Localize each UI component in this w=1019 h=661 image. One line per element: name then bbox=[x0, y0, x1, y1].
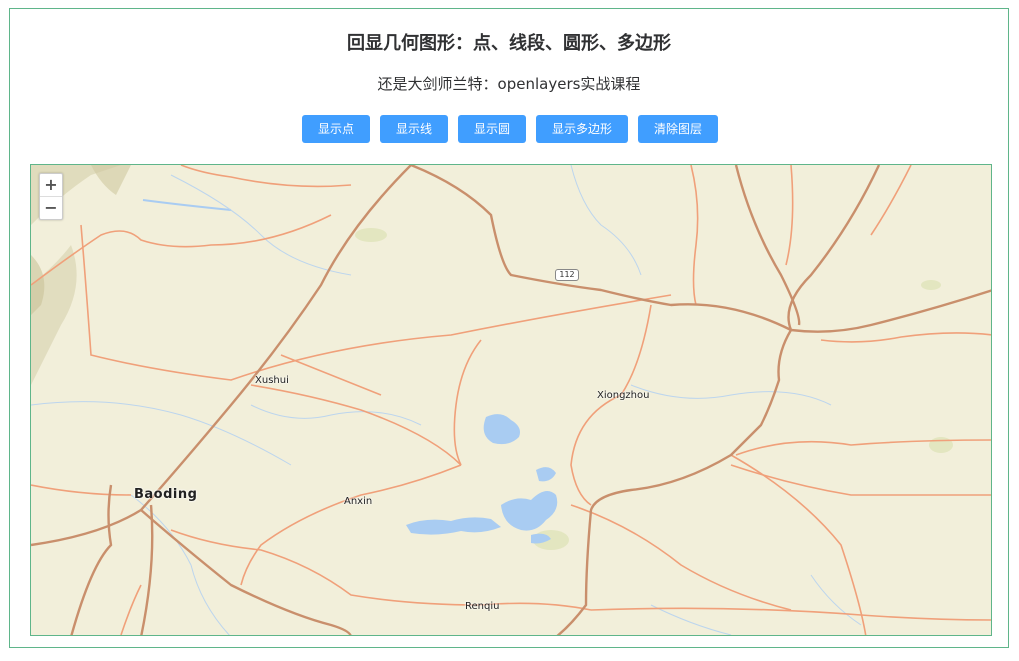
show-line-button[interactable]: 显示线 bbox=[380, 115, 448, 143]
show-point-button[interactable]: 显示点 bbox=[302, 115, 370, 143]
place-label-renqiu: Renqiu bbox=[465, 601, 500, 612]
toolbar: 显示点 显示线 显示圆 显示多边形 清除图层 bbox=[10, 115, 1008, 143]
place-label-baoding: Baoding bbox=[134, 487, 198, 502]
app-frame: 回显几何图形：点、线段、圆形、多边形 还是大剑师兰特：openlayers实战课… bbox=[9, 8, 1009, 648]
zoom-control: + − bbox=[39, 173, 63, 220]
page-title: 回显几何图形：点、线段、圆形、多边形 bbox=[347, 33, 671, 54]
map-tiles bbox=[31, 165, 991, 635]
zoom-out-button[interactable]: − bbox=[40, 196, 62, 219]
map-view[interactable]: + − 112 Xushui Xiongzhou Baoding Anxin R… bbox=[30, 164, 992, 636]
place-label-xiongzhou: Xiongzhou bbox=[597, 390, 650, 401]
show-polygon-button[interactable]: 显示多边形 bbox=[536, 115, 628, 143]
zoom-in-button[interactable]: + bbox=[40, 174, 62, 196]
place-label-xushui: Xushui bbox=[255, 375, 289, 386]
road-shield: 112 bbox=[555, 269, 579, 281]
show-circle-button[interactable]: 显示圆 bbox=[458, 115, 526, 143]
clear-layer-button[interactable]: 清除图层 bbox=[638, 115, 718, 143]
page-subtitle: 还是大剑师兰特：openlayers实战课程 bbox=[377, 75, 641, 93]
place-label-anxin: Anxin bbox=[344, 496, 373, 507]
